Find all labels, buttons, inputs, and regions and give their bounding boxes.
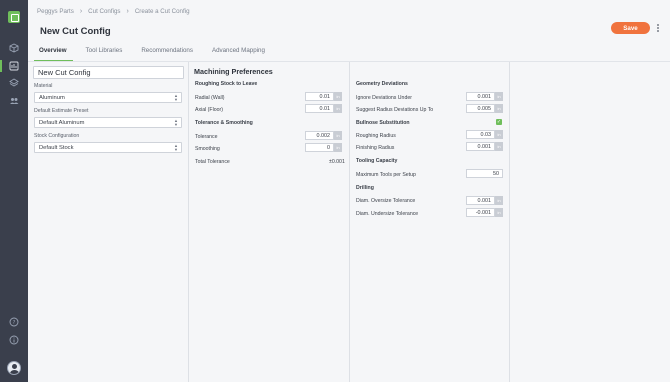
total-tolerance-label: Total Tolerance — [195, 159, 230, 165]
roughing-radius-label: Roughing Radius — [356, 133, 396, 139]
breadcrumb-item[interactable]: Peggys Parts — [37, 8, 74, 15]
oversize-tolerance-label: Diam. Oversize Tolerance — [356, 198, 416, 204]
smoothing-label: Smoothing — [195, 146, 220, 152]
breadcrumb: Peggys Parts › Cut Configs › Create a Cu… — [37, 8, 190, 15]
users-icon[interactable] — [8, 95, 20, 107]
tolerance-label: Tolerance — [195, 134, 218, 140]
estimate-select[interactable]: Default Aluminum ▲ ▼ — [34, 117, 182, 128]
tab-advanced-mapping[interactable]: Advanced Mapping — [207, 44, 271, 61]
material-select[interactable]: Aluminum ▲ ▼ — [34, 92, 182, 103]
logo-icon[interactable] — [8, 11, 20, 23]
avatar[interactable] — [7, 361, 21, 375]
unit-badge: in — [334, 131, 342, 140]
page-title: New Cut Config — [40, 26, 111, 37]
cube-icon[interactable] — [8, 42, 20, 54]
oversize-tolerance-input[interactable]: 0.001 — [466, 196, 495, 205]
select-arrows-icon: ▲ ▼ — [174, 118, 178, 127]
svg-text:?: ? — [13, 320, 16, 326]
unit-badge: in — [495, 208, 503, 217]
unit-badge: in — [495, 92, 503, 101]
radial-label: Radial (Wall) — [195, 95, 225, 101]
unit-badge: in — [334, 92, 342, 101]
bullnose-checkbox[interactable]: ✓ — [496, 119, 502, 125]
axial-label: Axial (Floor) — [195, 107, 223, 113]
active-indicator — [0, 60, 2, 72]
layers-icon[interactable] — [8, 77, 20, 89]
unit-badge: in — [334, 143, 342, 152]
undersize-tolerance-label: Diam. Undersize Tolerance — [356, 211, 419, 217]
column-divider — [509, 62, 510, 382]
estimate-value: Default Aluminum — [39, 119, 85, 126]
tab-recommendations[interactable]: Recommendations — [136, 44, 199, 61]
tab-overview[interactable]: Overview — [34, 44, 73, 61]
smoothing-input[interactable]: 0 — [305, 143, 334, 152]
tooling-capacity-title: Tooling Capacity — [356, 158, 398, 164]
roughing-stock-title: Roughing Stock to Leave — [195, 81, 258, 87]
cut-config-icon[interactable] — [8, 60, 20, 72]
total-tolerance-value: ±0.001 — [329, 159, 345, 165]
unit-badge: in — [334, 104, 342, 113]
max-tools-input[interactable]: 50 — [466, 169, 503, 178]
ignore-deviations-input[interactable]: 0.001 — [466, 92, 495, 101]
tolerance-smoothing-title: Tolerance & Smoothing — [195, 120, 253, 126]
unit-badge: in — [495, 142, 503, 151]
column-divider — [188, 62, 189, 382]
suggest-radius-input[interactable]: 0.005 — [466, 104, 495, 113]
machining-title: Machining Preferences — [194, 67, 273, 76]
stock-select[interactable]: Default Stock ▲ ▼ — [34, 142, 182, 153]
geometry-deviations-title: Geometry Deviations — [356, 81, 408, 87]
axial-input[interactable]: 0.01 — [305, 104, 334, 113]
help-icon[interactable]: ? — [8, 316, 20, 328]
finishing-radius-input[interactable]: 0.001 — [466, 142, 495, 151]
suggest-radius-label: Suggest Radius Deviations Up To — [356, 107, 434, 113]
unit-badge: in — [495, 196, 503, 205]
radial-input[interactable]: 0.01 — [305, 92, 334, 101]
config-name-input[interactable]: New Cut Config — [33, 66, 184, 79]
unit-badge: in — [495, 130, 503, 139]
ignore-deviations-label: Ignore Deviations Under — [356, 95, 412, 101]
breadcrumb-item[interactable]: Cut Configs — [88, 8, 120, 15]
max-tools-label: Maximum Tools per Setup — [356, 172, 416, 178]
chevron-right-icon: › — [126, 8, 129, 15]
estimate-label: Default Estimate Preset — [34, 108, 89, 114]
bullnose-label: Bullnose Substitution — [356, 120, 410, 126]
info-icon[interactable] — [8, 334, 20, 346]
column-divider — [349, 62, 350, 382]
drilling-title: Drilling — [356, 185, 374, 191]
stock-value: Default Stock — [39, 144, 74, 151]
material-label: Material — [34, 83, 53, 89]
tab-tool-libraries[interactable]: Tool Libraries — [81, 44, 129, 61]
breadcrumb-item: Create a Cut Config — [134, 8, 190, 15]
material-value: Aluminum — [39, 94, 65, 101]
more-options-icon[interactable] — [655, 23, 661, 33]
roughing-radius-input[interactable]: 0.03 — [466, 130, 495, 139]
tolerance-input[interactable]: 0.002 — [305, 131, 334, 140]
select-arrows-icon: ▲ ▼ — [174, 93, 178, 102]
sidebar: ? — [0, 0, 28, 382]
stock-label: Stock Configuration — [34, 133, 80, 139]
unit-badge: in — [495, 104, 503, 113]
finishing-radius-label: Finishing Radius — [356, 145, 395, 151]
chevron-right-icon: › — [79, 8, 83, 15]
select-arrows-icon: ▲ ▼ — [174, 143, 178, 152]
tab-bar: Overview Tool Libraries Recommendations … — [34, 44, 279, 61]
save-button[interactable]: Save — [611, 22, 650, 34]
undersize-tolerance-input[interactable]: -0.001 — [466, 208, 495, 217]
